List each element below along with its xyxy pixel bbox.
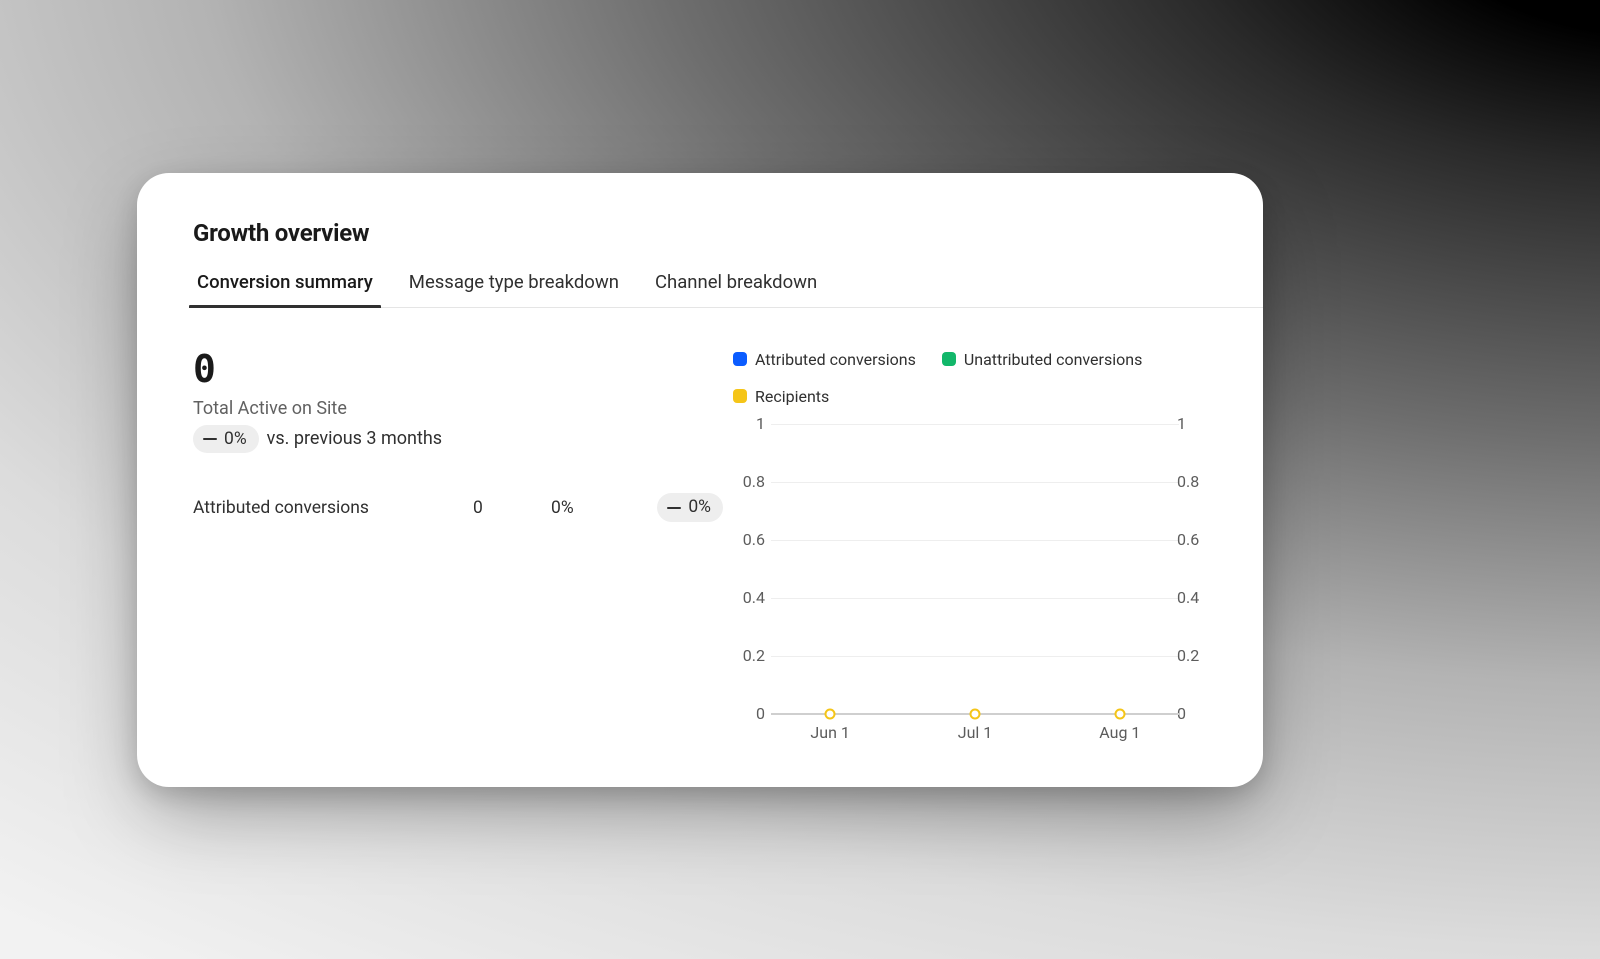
stat-label: Attributed conversions — [193, 498, 473, 518]
y-tick-left: 0.2 — [733, 646, 765, 665]
chart-plot-area: 000.20.20.40.40.60.60.80.811Jun 1Jul 1Au… — [771, 424, 1179, 714]
y-tick-right: 0.4 — [1177, 588, 1209, 607]
grid-line — [771, 540, 1179, 541]
content-row: 0 Total Active on Site 0% vs. previous 3… — [193, 350, 1207, 754]
tabs-container: Conversion summary Message type breakdow… — [193, 265, 1263, 308]
card-title: Growth overview — [193, 219, 1207, 247]
y-tick-right: 1 — [1177, 414, 1209, 433]
stat-delta-value: 0% — [688, 496, 711, 519]
chart-panel: Attributed conversions Unattributed conv… — [733, 350, 1207, 754]
stat-row: Attributed conversions 0 0% 0% — [193, 493, 723, 522]
legend-swatch-unattributed — [942, 352, 956, 366]
x-tick: Jun 1 — [810, 723, 849, 742]
page-background: Growth overview Conversion summary Messa… — [0, 0, 1600, 959]
legend-label: Unattributed conversions — [964, 350, 1142, 369]
y-tick-right: 0.6 — [1177, 530, 1209, 549]
primary-metric-label: Total Active on Site — [193, 398, 723, 419]
stat-value: 0 — [473, 498, 551, 518]
y-tick-right: 0.8 — [1177, 472, 1209, 491]
growth-overview-card: Growth overview Conversion summary Messa… — [137, 173, 1263, 787]
compare-text: vs. previous 3 months — [267, 428, 442, 449]
grid-line — [771, 656, 1179, 657]
stat-percent: 0% — [551, 498, 629, 518]
grid-line — [771, 482, 1179, 483]
neutral-trend-icon — [667, 507, 681, 509]
data-point — [825, 708, 836, 719]
y-tick-right: 0 — [1177, 704, 1209, 723]
delta-value: 0% — [224, 428, 247, 451]
x-tick: Jul 1 — [958, 723, 993, 742]
primary-metric-compare: 0% vs. previous 3 months — [193, 425, 723, 454]
tab-label: Message type breakdown — [409, 271, 619, 293]
tab-message-type-breakdown[interactable]: Message type breakdown — [405, 265, 623, 307]
legend-unattributed[interactable]: Unattributed conversions — [942, 350, 1142, 369]
legend-label: Attributed conversions — [755, 350, 916, 369]
tab-label: Conversion summary — [197, 271, 373, 293]
y-tick-left: 0.4 — [733, 588, 765, 607]
data-point — [970, 708, 981, 719]
x-tick: Aug 1 — [1099, 723, 1140, 742]
data-point — [1114, 708, 1125, 719]
primary-metric-value: 0 — [193, 350, 723, 388]
tab-channel-breakdown[interactable]: Channel breakdown — [651, 265, 821, 307]
neutral-trend-icon — [203, 438, 217, 440]
legend-swatch-recipients — [733, 389, 747, 403]
grid-line — [771, 424, 1179, 425]
metrics-panel: 0 Total Active on Site 0% vs. previous 3… — [193, 350, 723, 754]
delta-pill: 0% — [193, 425, 259, 454]
y-tick-left: 0 — [733, 704, 765, 723]
stat-delta-pill: 0% — [657, 493, 723, 522]
tab-label: Channel breakdown — [655, 271, 817, 293]
chart-legend: Attributed conversions Unattributed conv… — [733, 350, 1207, 406]
y-tick-left: 0.6 — [733, 530, 765, 549]
conversion-chart: 000.20.20.40.40.60.60.80.811Jun 1Jul 1Au… — [733, 424, 1207, 754]
legend-swatch-attributed — [733, 352, 747, 366]
legend-label: Recipients — [755, 387, 829, 406]
y-tick-right: 0.2 — [1177, 646, 1209, 665]
legend-recipients[interactable]: Recipients — [733, 387, 1207, 406]
y-tick-left: 1 — [733, 414, 765, 433]
y-tick-left: 0.8 — [733, 472, 765, 491]
legend-attributed[interactable]: Attributed conversions — [733, 350, 916, 369]
grid-line — [771, 598, 1179, 599]
tab-conversion-summary[interactable]: Conversion summary — [193, 265, 377, 307]
